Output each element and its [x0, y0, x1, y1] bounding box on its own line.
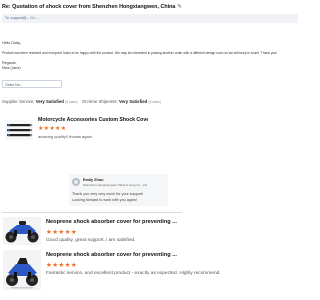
- ontime-value: Very Satisfied: [119, 99, 148, 104]
- review-card-1: Motorcycle Accessories Custom Shock Cove…: [2, 117, 152, 173]
- ontime-label: On-time Shipment:: [82, 99, 118, 104]
- supplier-reply: Emily Zhou Shenzhen Hongxiangwen Mask & …: [69, 174, 168, 206]
- order-label: Order No.:: [5, 82, 22, 87]
- review-1-text: amazing quality!! thanks again: [38, 134, 92, 139]
- email-paragraph: Product has been received and everyone l…: [2, 51, 278, 55]
- supplier-service-rating: Supplier Service: Very Satisfied (5 star…: [2, 99, 78, 104]
- recipients-bar: To: support@... Cc: ...: [2, 14, 298, 23]
- product-thumbnail-atv-1[interactable]: [3, 217, 41, 245]
- subject-text: Re: Quotation of shock cover from Shenzh…: [2, 4, 176, 10]
- ontime-shipment-rating: On-time Shipment: Very Satisfied (5 star…: [82, 99, 161, 104]
- review-1-stars: ★★★★★: [38, 126, 67, 132]
- product-thumbnail-atv-2[interactable]: [3, 250, 41, 290]
- email-subject: Re: Quotation of shock cover from Shenzh…: [2, 4, 182, 10]
- edit-icon[interactable]: ✎: [177, 4, 182, 10]
- order-number-field[interactable]: Order No.:: [2, 80, 62, 88]
- review-3-text: Fantastic service, and excellent product…: [46, 271, 221, 276]
- review-1-title[interactable]: Motorcycle Accessories Custom Shock Cove…: [38, 117, 148, 123]
- greeting: Hello Daisy,: [2, 41, 21, 45]
- supplier-service-label: Supplier Service:: [2, 99, 35, 104]
- signature: Mick (Jane): [2, 66, 21, 70]
- review-2-text: Good quality, great support, i am satisf…: [46, 238, 136, 243]
- review-3-title[interactable]: Neoprene shock absorber cover for preven…: [46, 252, 180, 258]
- product-thumbnail-shocks[interactable]: [5, 120, 33, 140]
- review-2-title[interactable]: Neoprene shock absorber cover for preven…: [46, 219, 180, 225]
- reply-line-2: Looking forward to work with you again!: [72, 197, 137, 202]
- divider: [2, 212, 182, 213]
- regards: Regards,: [2, 61, 17, 65]
- recipients-text[interactable]: To: support@... Cc: ...: [5, 16, 40, 20]
- supplier-service-value: Very Satisfied: [35, 99, 64, 104]
- reply-name: Emily Zhou: [83, 178, 104, 182]
- avatar: [72, 178, 80, 186]
- reply-line-1: Thank you very very much for your suppor…: [72, 192, 144, 196]
- supplier-service-count: (5 stars): [65, 100, 78, 104]
- reply-company: Shenzhen Hongxiangwen Mask & Lung Co., L…: [83, 183, 147, 187]
- review-3-stars: ★★★★★: [46, 262, 78, 269]
- ontime-count: (5 stars): [148, 100, 161, 104]
- review-2-stars: ★★★★★: [46, 229, 78, 236]
